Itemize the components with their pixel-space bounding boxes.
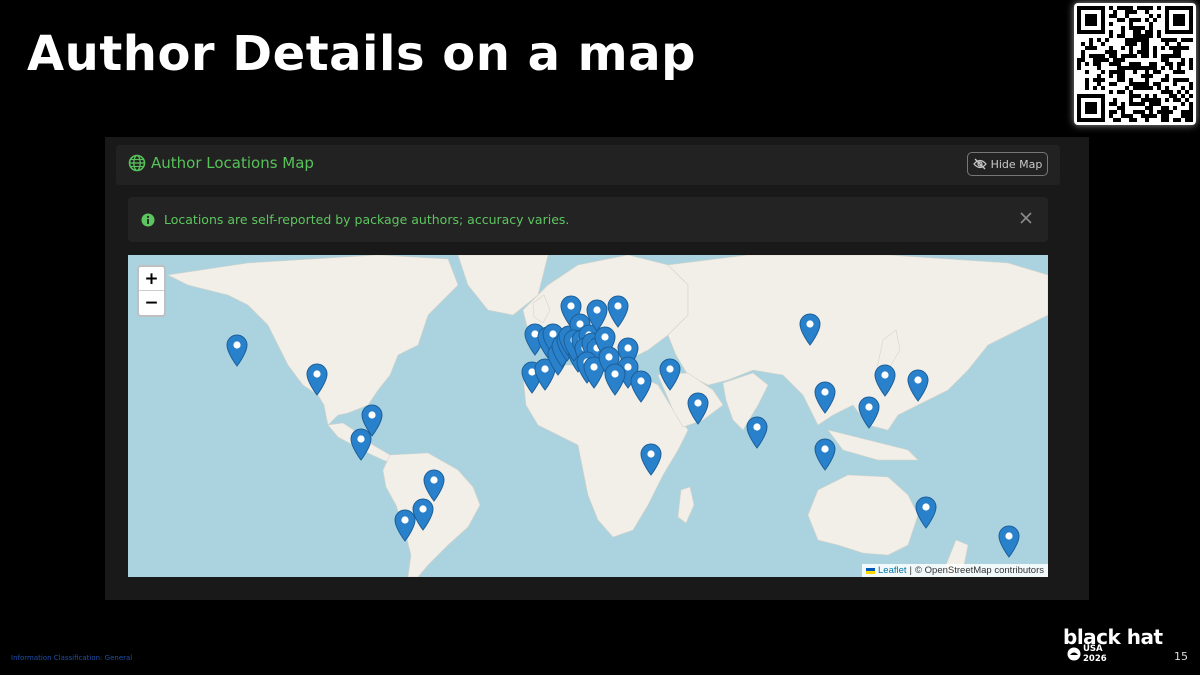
map-marker[interactable] [998, 525, 1020, 559]
ukraine-flag-icon [866, 567, 876, 574]
slide-title: Author Details on a map [27, 26, 696, 82]
brand-badge-icon [1067, 646, 1081, 661]
alert-text: Locations are self-reported by package a… [164, 212, 570, 227]
edition-line-2: 2026 [1083, 654, 1107, 664]
world-map[interactable]: + − Leaflet | © OpenStreetMap contributo… [128, 255, 1048, 577]
map-marker[interactable] [814, 438, 836, 472]
qr-code [1074, 3, 1196, 125]
zoom-in-button[interactable]: + [139, 267, 164, 291]
author-map-panel: Author Locations Map Hide Map Locations … [105, 137, 1089, 600]
edition-line-1: USA [1083, 644, 1103, 654]
info-alert: Locations are self-reported by package a… [128, 197, 1048, 242]
page-number: 15 [1174, 650, 1188, 663]
hide-map-button[interactable]: Hide Map [967, 152, 1048, 176]
close-icon[interactable] [1016, 208, 1036, 228]
brand-edition: USA 2026 [1083, 644, 1107, 664]
map-marker[interactable] [630, 370, 652, 404]
hide-map-label: Hide Map [990, 157, 1043, 171]
leaflet-link[interactable]: Leaflet [878, 565, 907, 576]
zoom-control: + − [137, 265, 166, 317]
map-marker[interactable] [306, 363, 328, 397]
panel-title: Author Locations Map [151, 154, 314, 172]
map-marker[interactable] [687, 392, 709, 425]
map-marker[interactable] [226, 334, 248, 367]
map-marker[interactable] [814, 381, 836, 415]
osm-link[interactable]: © OpenStreetMap contributors [915, 565, 1044, 576]
map-marker[interactable] [586, 299, 608, 332]
map-marker[interactable] [858, 396, 880, 430]
map-marker[interactable] [746, 416, 768, 449]
map-marker[interactable] [799, 313, 821, 346]
panel-header: Author Locations Map Hide Map [116, 145, 1060, 185]
map-marker[interactable] [350, 428, 372, 461]
map-marker[interactable] [874, 364, 896, 398]
map-marker[interactable] [394, 509, 416, 542]
map-marker[interactable] [604, 363, 626, 397]
classification-label: Information Classification: General [11, 654, 133, 662]
zoom-out-button[interactable]: − [139, 291, 164, 315]
attribution-separator: | [909, 565, 913, 576]
black-hat-logo: black hat USA 2026 [1063, 625, 1190, 667]
map-marker[interactable] [915, 496, 937, 529]
map-marker[interactable] [640, 443, 662, 476]
map-marker[interactable] [659, 358, 681, 392]
globe-icon [128, 154, 146, 172]
info-icon [141, 212, 155, 227]
eye-slash-icon [972, 155, 987, 174]
map-marker[interactable] [607, 295, 629, 328]
map-marker[interactable] [907, 369, 929, 402]
map-attribution: Leaflet | © OpenStreetMap contributors [862, 564, 1048, 577]
